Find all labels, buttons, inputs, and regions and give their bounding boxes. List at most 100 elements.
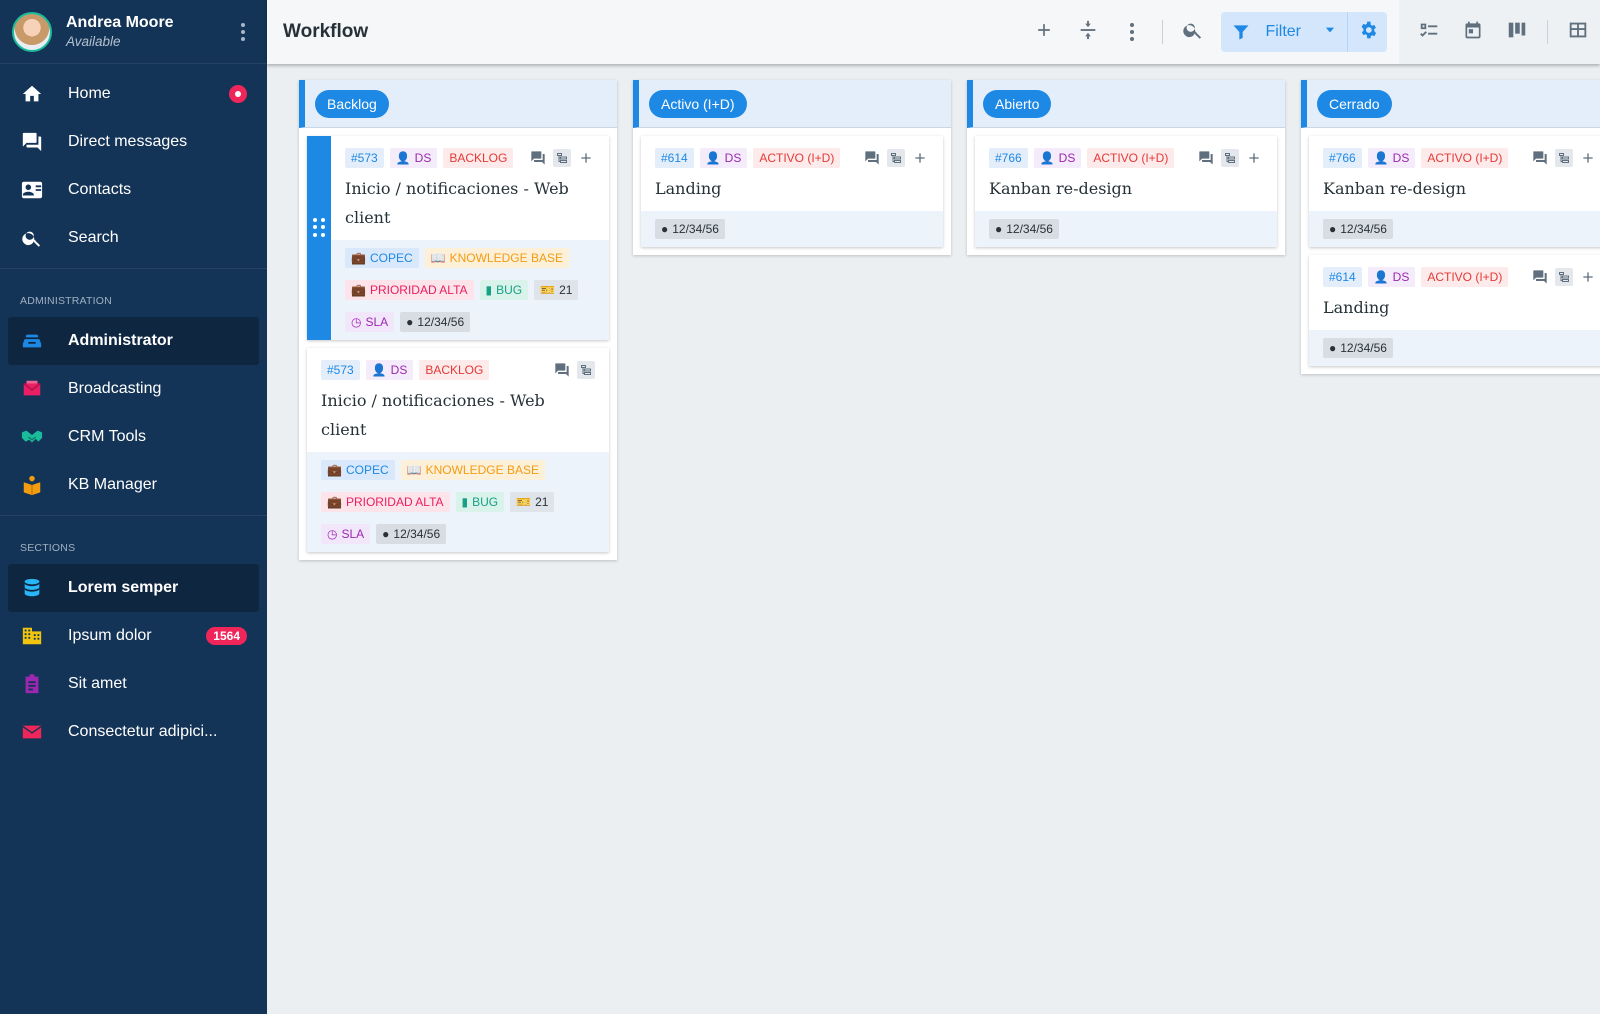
sla-tag[interactable]: ◷ SLA xyxy=(321,524,371,544)
subtasks-icon[interactable] xyxy=(577,361,595,379)
task-card[interactable]: #573 👤 DS BACKLOG Inicio / notificaciones… xyxy=(307,136,609,340)
ticket-id-tag[interactable]: #766 xyxy=(989,148,1028,168)
user-info: Andrea Moore Available xyxy=(66,14,174,49)
assignee-tag[interactable]: 👤 DS xyxy=(389,148,438,168)
list-view-button[interactable] xyxy=(1407,10,1451,54)
client-label: COPEC xyxy=(345,463,389,477)
column-title-pill[interactable]: Cerrado xyxy=(1317,89,1392,118)
task-card[interactable]: #614 👤 DS ACTIVO (I+D) Landing ● 12/34/56 xyxy=(641,136,943,247)
filter-settings-button[interactable] xyxy=(1347,12,1387,52)
subtasks-icon[interactable] xyxy=(887,149,905,167)
search-icon xyxy=(20,226,44,250)
column-header: Backlog xyxy=(299,80,617,128)
ticket-icon: 🎫 xyxy=(516,495,532,509)
comments-icon[interactable] xyxy=(553,361,571,379)
due-date-tag[interactable]: ● 12/34/56 xyxy=(400,312,471,332)
ticket-id-tag[interactable]: #614 xyxy=(655,148,694,168)
due-date-tag[interactable]: ● 12/34/56 xyxy=(655,219,725,239)
comments-icon[interactable] xyxy=(1531,149,1549,167)
avatar[interactable] xyxy=(12,11,52,52)
knowledge-base-tag[interactable]: 📖 KNOWLEDGE BASE xyxy=(400,460,545,480)
kb-label: KNOWLEDGE BASE xyxy=(449,251,563,265)
drag-handle-icon[interactable] xyxy=(311,218,327,238)
sidebar-item-label: Broadcasting xyxy=(68,380,162,397)
add-button[interactable] xyxy=(1022,10,1066,54)
subtasks-icon[interactable] xyxy=(1555,268,1573,286)
due-date-tag[interactable]: ● 12/34/56 xyxy=(1323,338,1393,358)
subtasks-icon[interactable] xyxy=(1555,149,1573,167)
filter-button[interactable]: Filter xyxy=(1221,12,1313,52)
sidebar-item-broadcasting[interactable]: Broadcasting xyxy=(0,365,267,413)
more-vert-icon xyxy=(1130,23,1135,41)
clock-icon: ● xyxy=(1329,341,1337,355)
due-date-tag[interactable]: ● 12/34/56 xyxy=(989,219,1059,239)
subtasks-icon[interactable] xyxy=(553,149,571,167)
sidebar-item-home[interactable]: Home xyxy=(0,70,267,118)
assignee-tag[interactable]: 👤 DS xyxy=(1033,148,1082,168)
table-view-button[interactable] xyxy=(1556,10,1600,54)
ticket-id-tag[interactable]: #573 xyxy=(345,148,384,168)
assignee-tag[interactable]: 👤 DS xyxy=(1367,267,1416,287)
task-card[interactable]: #614 👤 DS ACTIVO (I+D) Landing ● 12/34/56 xyxy=(1309,255,1600,366)
filter-dropdown-button[interactable] xyxy=(1313,12,1347,52)
due-date-tag[interactable]: ● 12/34/56 xyxy=(376,524,447,544)
comments-icon[interactable] xyxy=(529,149,547,167)
column-title-pill[interactable]: Backlog xyxy=(315,89,389,118)
priority-tag[interactable]: 💼 PRIORIDAD ALTA xyxy=(321,492,450,512)
toolbar: Workflow Filter xyxy=(267,0,1600,64)
add-subtask-icon[interactable] xyxy=(1245,149,1263,167)
kanban-view-button[interactable] xyxy=(1495,10,1539,54)
sla-tag[interactable]: ◷ SLA xyxy=(345,312,395,332)
type-tag[interactable]: ▮ BUG xyxy=(455,492,505,512)
search-button[interactable] xyxy=(1171,10,1215,54)
collapse-button[interactable] xyxy=(1066,10,1110,54)
column-title-pill[interactable]: Activo (I+D) xyxy=(649,89,747,118)
task-card[interactable]: #573 👤 DS BACKLOG Inicio / notificaciones… xyxy=(307,348,609,552)
add-subtask-icon[interactable] xyxy=(911,149,929,167)
sidebar-item-lorem-semper[interactable]: Lorem semper xyxy=(8,564,259,612)
sidebar-item-administrator[interactable]: Administrator xyxy=(8,317,259,365)
sidebar-item-direct-messages[interactable]: Direct messages xyxy=(0,118,267,166)
add-subtask-icon[interactable] xyxy=(577,149,595,167)
comments-icon[interactable] xyxy=(1197,149,1215,167)
ticket-id-tag[interactable]: #614 xyxy=(1323,267,1362,287)
subtasks-icon[interactable] xyxy=(1221,149,1239,167)
user-header[interactable]: Andrea Moore Available xyxy=(0,0,267,64)
sidebar-item-contacts[interactable]: Contacts xyxy=(0,166,267,214)
calendar-view-button[interactable] xyxy=(1451,10,1495,54)
count-label: 21 xyxy=(559,283,573,297)
comments-icon[interactable] xyxy=(1531,268,1549,286)
sidebar-item-kb-manager[interactable]: KB Manager xyxy=(0,461,267,509)
column-title-pill[interactable]: Abierto xyxy=(983,89,1052,118)
assignee-tag[interactable]: 👤 DS xyxy=(699,148,748,168)
sidebar-item-consectetur[interactable]: Consectetur adipici... xyxy=(0,708,267,756)
more-options-button[interactable] xyxy=(1110,10,1154,54)
ticket-id-tag[interactable]: #573 xyxy=(321,360,360,380)
knowledge-base-tag[interactable]: 📖 KNOWLEDGE BASE xyxy=(424,248,569,268)
add-subtask-icon[interactable] xyxy=(1579,268,1597,286)
comments-icon[interactable] xyxy=(863,149,881,167)
column-activo: Activo (I+D) #614 👤 DS ACTIVO (I+D) Landi… xyxy=(633,80,951,255)
sidebar-item-sit-amet[interactable]: Sit amet xyxy=(0,660,267,708)
add-subtask-icon[interactable] xyxy=(1579,149,1597,167)
task-card[interactable]: #766 👤 DS ACTIVO (I+D) Kanban re-design ●… xyxy=(975,136,1277,247)
due-date-tag[interactable]: ● 12/34/56 xyxy=(1323,219,1393,239)
ticket-count-tag[interactable]: 🎫 21 xyxy=(534,280,579,300)
user-menu-icon[interactable] xyxy=(231,20,255,44)
sidebar-item-ipsum-dolor[interactable]: Ipsum dolor 1564 xyxy=(0,612,267,660)
client-tag[interactable]: 💼 COPEC xyxy=(321,460,395,480)
priority-tag[interactable]: 💼 PRIORIDAD ALTA xyxy=(345,280,474,300)
type-tag[interactable]: ▮ BUG xyxy=(479,280,529,300)
ticket-id-tag[interactable]: #766 xyxy=(1323,148,1362,168)
ticket-count-tag[interactable]: 🎫 21 xyxy=(510,492,555,512)
sidebar-item-search[interactable]: Search xyxy=(0,214,267,262)
client-tag[interactable]: 💼 COPEC xyxy=(345,248,419,268)
person-icon: 👤 xyxy=(705,151,721,165)
sidebar-item-crm-tools[interactable]: CRM Tools xyxy=(0,413,267,461)
assignee-tag[interactable]: 👤 DS xyxy=(1367,148,1416,168)
assignee-tag[interactable]: 👤 DS xyxy=(365,360,414,380)
status-tag: BACKLOG xyxy=(419,360,490,380)
building-icon xyxy=(20,624,44,648)
column-abierto: Abierto #766 👤 DS ACTIVO (I+D) Kanban re-… xyxy=(967,80,1285,255)
task-card[interactable]: #766 👤 DS ACTIVO (I+D) Kanban re-design ●… xyxy=(1309,136,1600,247)
